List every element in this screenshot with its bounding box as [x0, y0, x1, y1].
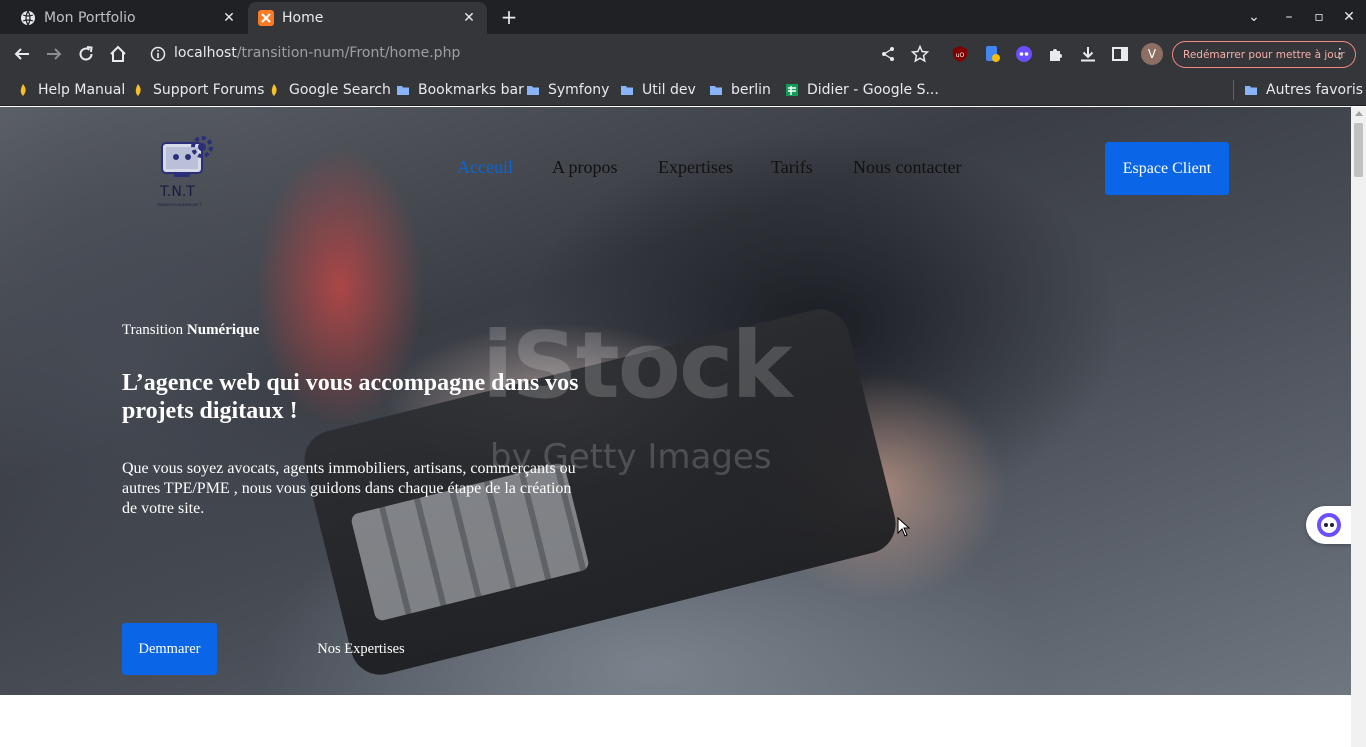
profile-avatar[interactable]: V	[1141, 43, 1163, 65]
bookmark-flame-icon	[271, 84, 277, 96]
bookmark-label: Support Forums	[153, 82, 265, 98]
tab-mon-portfolio[interactable]: Mon Portfolio ✕	[0, 2, 247, 34]
maximize-icon[interactable]: ▫	[1307, 6, 1331, 28]
address-bar[interactable]: localhost/transition-num/Front/home.php	[174, 45, 460, 61]
mouse-cursor-icon	[897, 517, 911, 537]
home-icon[interactable]	[106, 42, 130, 66]
folder-icon	[1245, 86, 1257, 95]
bookmark-label: Util dev	[642, 82, 696, 98]
page-scrollbar[interactable]	[1351, 107, 1366, 747]
hero-description: Que vous soyez avocats, agents immobilie…	[122, 460, 576, 517]
ublock-icon[interactable]: uO	[948, 42, 972, 66]
nav-link-contact[interactable]: Nous contacter	[853, 157, 961, 178]
tab-home[interactable]: Home ✕	[248, 2, 487, 34]
logo-subtitle: TRANSITION NUMÉRIQUE T	[156, 202, 202, 207]
side-panel-icon[interactable]	[1108, 42, 1132, 66]
bookmarks-bar: Help Manual Support Forums Google Search…	[0, 74, 1366, 106]
bookmark-berlin[interactable]: berlin	[709, 80, 771, 100]
reload-icon[interactable]	[74, 42, 98, 66]
bookmark-util-dev[interactable]: Util dev	[620, 80, 696, 100]
web-page: iStock by Getty Images T.N.T TRANSITION …	[0, 107, 1351, 747]
restart-update-button[interactable]: Redémarrer pour mettre à jour ⋮	[1172, 41, 1356, 68]
bookmark-label: Help Manual	[38, 82, 126, 98]
svg-text:uO: uO	[956, 52, 965, 59]
bookmark-other-favorites[interactable]: Autres favoris	[1244, 80, 1363, 100]
nav-link-about[interactable]: A propos	[552, 157, 618, 178]
sheets-icon	[786, 84, 798, 96]
bookmark-label: berlin	[731, 82, 771, 98]
nav-link-pricing[interactable]: Tarifs	[771, 157, 813, 178]
window-close-icon[interactable]: ✕	[1337, 6, 1361, 28]
bookmark-flame-icon	[135, 84, 141, 96]
close-icon[interactable]: ✕	[221, 10, 237, 26]
close-icon[interactable]: ✕	[461, 10, 477, 26]
hero-section: iStock by Getty Images T.N.T TRANSITION …	[0, 107, 1351, 695]
bookmark-label: Google Search	[289, 82, 391, 98]
url-path: /transition-num/Front/home.php	[236, 45, 461, 61]
folder-icon	[621, 86, 633, 95]
browser-toolbar: localhost/transition-num/Front/home.php …	[0, 34, 1366, 74]
extension-icon[interactable]	[980, 42, 1004, 66]
star-icon[interactable]	[908, 42, 932, 66]
restart-label: Redémarrer pour mettre à jour	[1183, 48, 1345, 61]
scrollbar-thumb[interactable]	[1354, 123, 1363, 177]
folder-icon	[397, 86, 409, 95]
chevron-down-icon[interactable]: ⌄	[1242, 6, 1266, 28]
nav-link-home[interactable]: Acceuil	[457, 157, 513, 178]
xampp-icon	[258, 10, 274, 26]
download-icon[interactable]	[1076, 42, 1100, 66]
logo-text: T.N.T	[159, 184, 195, 200]
forward-icon[interactable]	[42, 42, 66, 66]
bookmark-label: Symfony	[548, 82, 610, 98]
assistant-extension-icon[interactable]	[1012, 42, 1036, 66]
new-tab-button[interactable]: +	[498, 6, 520, 28]
bookmark-label: Didier - Google S...	[807, 82, 939, 98]
puzzle-icon[interactable]	[1044, 42, 1068, 66]
share-icon[interactable]	[876, 42, 900, 66]
bookmark-google-search[interactable]: Google Search	[267, 80, 391, 100]
nav-link-expertises[interactable]: Expertises	[658, 157, 733, 178]
back-icon[interactable]	[10, 42, 34, 66]
bookmark-didier-sheet[interactable]: Didier - Google S...	[785, 80, 939, 100]
hero-headline: L’agence web qui vous accompagne dans vo…	[122, 370, 579, 424]
chat-widget-button[interactable]	[1306, 506, 1354, 544]
site-logo[interactable]: T.N.T TRANSITION NUMÉRIQUE T	[156, 129, 222, 211]
bookmark-label: Bookmarks bar	[418, 82, 524, 98]
more-menu-icon[interactable]: ⋮	[1333, 46, 1347, 62]
bookmark-flame-icon	[20, 84, 26, 96]
chat-bot-icon	[1317, 513, 1341, 537]
bookmark-support-forums[interactable]: Support Forums	[131, 80, 264, 100]
bookmark-bookmarks-bar[interactable]: Bookmarks bar	[396, 80, 524, 100]
tab-title: Mon Portfolio	[44, 10, 136, 26]
start-button[interactable]: Demmarer	[122, 623, 217, 675]
minimize-icon[interactable]: –	[1277, 6, 1301, 28]
folder-icon	[527, 86, 539, 95]
bookmark-symfony[interactable]: Symfony	[526, 80, 609, 100]
expertises-button[interactable]: Nos Expertises	[301, 623, 421, 675]
tab-strip: Mon Portfolio ✕ Home ✕ + ⌄ – ▫ ✕	[0, 0, 1366, 34]
eyebrow-regular: Transition	[122, 322, 187, 338]
hero-eyebrow: Transition Numérique	[122, 322, 259, 339]
bookmarks-separator	[1233, 80, 1234, 100]
tab-title: Home	[282, 10, 324, 26]
url-host: localhost	[174, 45, 237, 61]
globe-icon	[21, 10, 35, 26]
client-space-button[interactable]: Espace Client	[1105, 142, 1229, 195]
folder-icon	[710, 86, 722, 95]
bookmark-label: Autres favoris	[1266, 82, 1364, 98]
bookmark-help-manual[interactable]: Help Manual	[16, 80, 125, 100]
scroll-up-arrow-icon[interactable]	[1355, 111, 1363, 116]
site-info-icon[interactable]	[146, 42, 170, 66]
eyebrow-bold: Numérique	[186, 322, 260, 338]
